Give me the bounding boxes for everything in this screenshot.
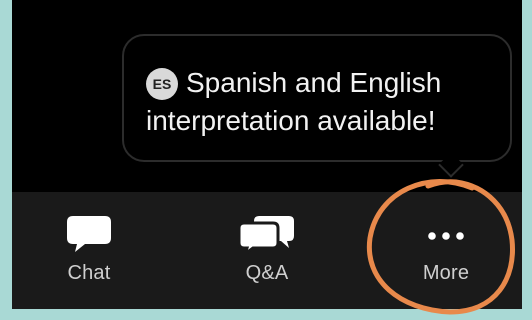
chat-label: Chat (67, 262, 111, 284)
meeting-screen: ES Spanish and English interpretation ava… (12, 0, 522, 309)
meeting-toolbar: Chat Q&A More (12, 192, 522, 309)
tooltip-message: ES Spanish and English interpretation ava… (146, 64, 496, 140)
tooltip-line-1: Spanish and English (186, 67, 442, 98)
qa-bubbles-icon (237, 216, 294, 254)
chat-bubble-icon (67, 216, 111, 252)
more-label: More (422, 262, 470, 284)
qa-button[interactable]: Q&A (222, 214, 312, 285)
language-badge: ES (146, 68, 178, 100)
ellipsis-icon (428, 232, 464, 240)
tooltip-line-2: interpretation available! (146, 105, 436, 136)
tooltip-pointer (438, 152, 464, 178)
qa-label: Q&A (245, 262, 289, 284)
more-button[interactable]: More (401, 214, 491, 285)
interpretation-tooltip: ES Spanish and English interpretation ava… (122, 34, 512, 178)
chat-button[interactable]: Chat (44, 214, 134, 285)
